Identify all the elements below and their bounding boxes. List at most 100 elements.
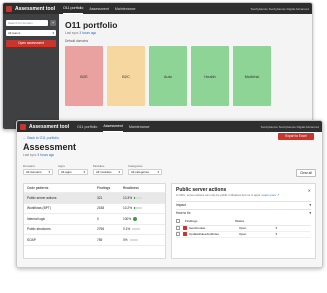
chevron-down-icon: ▾ (118, 170, 120, 174)
finding-status[interactable]: Open ▾ (239, 226, 279, 230)
chevron-down-icon: ▾ (52, 31, 54, 35)
finding-status[interactable]: Open ▾ (239, 232, 279, 236)
finding-name: UpdateRulesAndIndex (189, 232, 220, 237)
nav-portfolio[interactable]: O11 portfolio (77, 121, 97, 132)
app-name: Assessment tool (15, 5, 56, 12)
row-checkbox[interactable] (176, 232, 180, 237)
app-logo-icon (6, 5, 12, 12)
impact-accordion[interactable]: Impact ▾ (176, 200, 311, 209)
assessment-window: Assessment tool O11 portfolio Assessment… (16, 120, 323, 268)
server-action-icon (183, 226, 187, 231)
sync-prefix: Last sync (65, 31, 80, 35)
filter-apps: Apps All apps ▾ (58, 164, 88, 178)
header-findings[interactable]: Findings (97, 186, 123, 190)
domain-tile[interactable]: Auto (149, 46, 187, 106)
row-checkbox[interactable] (176, 226, 180, 231)
nav-maintenance[interactable]: Maintenance (115, 3, 136, 14)
table-row[interactable]: SOAP 755 0% (24, 235, 165, 246)
top-bar: Assessment tool O11 portfolio Assessment… (17, 121, 322, 132)
export-excel-button[interactable]: Export to Excel (278, 133, 314, 140)
filter-label: Modules (93, 164, 105, 168)
ready-status-icon (133, 216, 138, 221)
how-to-fix-accordion[interactable]: How to fix ▾ (176, 208, 311, 217)
apps-select[interactable]: All apps ▾ (58, 169, 88, 175)
domain-tile-label: B2C (122, 73, 130, 79)
top-nav: O11 portfolio Assessment Maintenance (63, 3, 135, 14)
table-row[interactable]: Internal logic 0 100% (24, 214, 165, 225)
finding-status-value: Open (239, 226, 247, 231)
sync-prefix: Last sync (23, 153, 38, 157)
filter-bar: Domains All domains ▾ Apps All apps ▾ Modu… (23, 164, 316, 178)
clear-all-button[interactable]: Clear all (296, 169, 316, 177)
modules-select[interactable]: All modules ▾ (93, 169, 123, 175)
row-readiness: 0% (123, 238, 153, 242)
row-findings: 755 (97, 237, 103, 242)
select-all-checkbox[interactable] (176, 218, 185, 224)
page-title: O11 portfolio (65, 20, 118, 30)
header-findings: Findings (185, 218, 198, 223)
page-title: Assessment (23, 142, 77, 152)
back-link[interactable]: ← Back to O11 portfolio (23, 136, 316, 140)
code-patterns-table: Code patterns Findings Readiness Public … (23, 183, 166, 259)
add-icon[interactable]: + (50, 20, 56, 26)
detail-panel: Public server actions ✕ In ODC, server a… (171, 183, 316, 259)
sidebar: Search for domain + All teams ▾ Open ass… (3, 14, 59, 129)
filter-label: Categories (128, 164, 143, 168)
row-findings: 321 (97, 195, 103, 200)
chevron-down-icon: ▾ (275, 232, 277, 237)
readiness-bar (129, 238, 138, 241)
table-row[interactable]: Public server actions 321 10.3% (24, 193, 165, 204)
section-label: Default domains (65, 39, 89, 43)
header-readiness[interactable]: Readiness (123, 186, 153, 190)
chevron-down-icon: ▾ (48, 170, 50, 174)
chevron-down-icon: ▾ (83, 170, 85, 174)
modules-select-value: All modules (96, 170, 112, 174)
domain-tile[interactable]: Health (191, 46, 229, 106)
close-icon[interactable]: ✕ (308, 188, 311, 193)
nav-portfolio[interactable]: O11 portfolio (63, 3, 84, 14)
readiness-bar (134, 196, 143, 199)
domain-tiles: B2E B2C Auto Health Multirisk (65, 46, 306, 106)
readiness-bar (132, 228, 141, 231)
table-row[interactable]: Workflows (BPT) 2438 10.2% (24, 204, 165, 214)
chevron-down-icon: ▾ (157, 170, 159, 174)
table-row[interactable]: Public structures 2756 0.1% (24, 225, 165, 235)
domain-tile-label: Health (204, 73, 216, 79)
filter-categories: Categories All categories ▾ (128, 164, 162, 178)
user-info[interactable]: Sushybanxie Sushybanxie Digital Advanced (261, 125, 319, 129)
nav-assessment[interactable]: Assessment (89, 3, 109, 14)
row-findings: 2756 (97, 227, 105, 232)
row-readiness: 0.1% (123, 227, 153, 231)
panel-description-text: In ODC, server actions can only be publi… (176, 193, 261, 197)
finding-name: SendCookie (189, 226, 206, 231)
how-to-fix-label: How to fix (176, 211, 191, 216)
server-action-icon (183, 232, 187, 237)
domain-tile[interactable]: B2E (65, 46, 103, 106)
team-select[interactable]: All teams ▾ (6, 30, 56, 36)
domain-tile[interactable]: Multirisk (233, 46, 271, 106)
row-readiness: 10.2% (123, 206, 153, 210)
filter-label: Apps (58, 164, 65, 168)
sync-time-link[interactable]: 3 hours ago (37, 153, 54, 157)
header-code-patterns[interactable]: Code patterns (27, 186, 97, 190)
finding-row[interactable]: UpdateRulesAndIndex Open ▾ (176, 232, 311, 238)
row-readiness: 100% (123, 216, 153, 221)
readiness-value: 100% (123, 216, 132, 221)
nav-assessment[interactable]: Assessment (103, 121, 123, 132)
sync-time-link[interactable]: 3 hours ago (79, 31, 96, 35)
categories-select[interactable]: All categories ▾ (128, 169, 162, 175)
open-assessment-button[interactable]: Open assessment (6, 40, 56, 47)
nav-maintenance[interactable]: Maintenance (129, 121, 150, 132)
findings-table-header: Findings Status (176, 218, 311, 226)
filter-label: Domains (23, 164, 35, 168)
domain-tile-label: B2E (80, 73, 88, 79)
learn-more-link[interactable]: Learn more ↗ (262, 193, 279, 197)
chevron-down-icon: ▾ (275, 226, 277, 231)
domain-search-input[interactable]: Search for domain (6, 20, 48, 26)
domains-select-value: All domains (26, 170, 42, 174)
domains-select[interactable]: All domains ▾ (23, 169, 53, 175)
user-info[interactable]: Sushybanxie Sushybanxie Digital Advanced (251, 7, 309, 11)
app-name: Assessment tool (29, 123, 70, 130)
domain-tile[interactable]: B2C (107, 46, 145, 106)
panel-description: In ODC, server actions can only be publi… (176, 193, 311, 198)
